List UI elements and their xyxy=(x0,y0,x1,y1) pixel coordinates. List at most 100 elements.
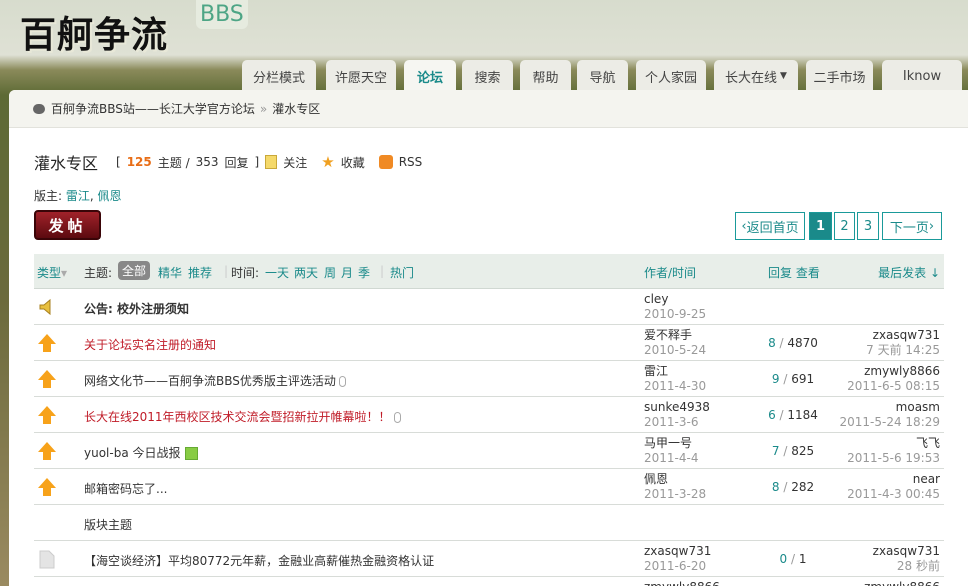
last-post-label: 最后发表 xyxy=(878,266,927,280)
author-link[interactable]: cley xyxy=(644,292,706,307)
last-post-time[interactable]: 7 天前 14:25 xyxy=(866,343,940,358)
filter-two-days[interactable]: 两天 xyxy=(294,264,318,281)
type-label: 类型 xyxy=(37,266,62,280)
follow-link[interactable]: 关注 xyxy=(283,154,307,171)
filter-week[interactable]: 周 xyxy=(324,264,336,281)
page-1[interactable]: 1 xyxy=(809,212,832,240)
last-post-time[interactable]: 2011-5-24 18:29 xyxy=(840,415,941,430)
page-3[interactable]: 3 xyxy=(857,212,879,240)
reply-count: 353 xyxy=(195,155,219,169)
nav-tab[interactable]: 许愿天空 xyxy=(326,60,396,92)
author-time-header[interactable]: 作者/时间 xyxy=(644,264,696,281)
last-post-time[interactable]: 28 秒前 xyxy=(873,559,940,574)
table-header: 类型▾ 主题: 全部 精华 推荐 | 时间: 一天 两天 周 月 季 | 热门 … xyxy=(34,254,944,289)
author-link[interactable]: 佩恩 xyxy=(644,472,706,487)
topic-title: 邮箱密码忘了... xyxy=(84,482,168,496)
topic-title-link[interactable]: 【海空谈经济】平均80772元年薪，金融业高薪催热金融资格认证 xyxy=(84,552,434,569)
section-label: 版块主题 xyxy=(84,518,133,532)
topic-title-link[interactable]: 长大在线2011年西校区技术交流会暨招新拉开帷幕啦！！ xyxy=(84,408,401,425)
post-date: 2011-4-30 xyxy=(644,379,707,393)
stats-close: ] xyxy=(254,155,260,169)
reply-count: 6 xyxy=(768,408,776,422)
replies-views-header[interactable]: 回复 查看 xyxy=(768,264,820,281)
topic-title-link[interactable]: 邮箱密码忘了... xyxy=(84,480,167,497)
new-post-button[interactable]: 发帖 xyxy=(34,210,101,240)
breadcrumb-home[interactable]: 百舸争流BBS站——长江大学官方论坛 xyxy=(51,100,255,117)
site-logo[interactable]: 百舸争流 xyxy=(20,6,168,58)
table-row: 网络文化节——百舸争流BBS优秀版主评选活动 雷江 2011-4-30 9 / 691… xyxy=(34,361,944,397)
topic-count: 125 xyxy=(126,155,152,169)
topic-title-link[interactable]: yuol-ba 今日战报 xyxy=(84,444,198,461)
table-row: 公告: 校外注册须知 cley 2010-9-25 xyxy=(34,289,944,325)
view-count: 691 xyxy=(791,372,815,386)
table-row: 长大在线2011年西校区技术交流会暨招新拉开帷幕啦！！ sunke4938 2011… xyxy=(34,397,944,433)
favorite-link[interactable]: 收藏 xyxy=(341,154,365,171)
time-filter-label: 时间: xyxy=(231,266,260,280)
nav-tab[interactable]: 长大在线 ▼ xyxy=(714,60,798,92)
filter-season[interactable]: 季 xyxy=(358,264,370,281)
last-post-time[interactable]: 2011-5-6 19:53 xyxy=(847,451,940,466)
back-home-button[interactable]: ‹ 返回首页 xyxy=(735,212,805,240)
page-2[interactable]: 2 xyxy=(834,212,855,240)
rss-icon xyxy=(378,155,393,169)
reply-label: 回复 xyxy=(224,155,249,170)
topic-label: 主题 / xyxy=(157,155,190,170)
filter-digest[interactable]: 精华 xyxy=(158,264,182,281)
moderator-link[interactable]: 雷江 xyxy=(66,189,90,203)
speech-bubble-icon xyxy=(33,103,45,114)
author-link[interactable]: 爱不释手 xyxy=(644,328,706,343)
author-link[interactable]: zxasqw731 xyxy=(644,544,711,559)
nav-tab[interactable]: 个人家园 xyxy=(636,60,706,92)
last-poster-link[interactable]: near xyxy=(847,472,940,487)
moderator-link[interactable]: 佩恩 xyxy=(98,189,122,203)
topic-title-link[interactable]: 公告: 校外注册须知 xyxy=(84,300,189,317)
table-row: 关于论坛实名注册的通知 爱不释手 2010-5-24 8 / 4870 zxasqw73… xyxy=(34,325,944,361)
next-page-button[interactable]: 下一页 › xyxy=(882,212,942,240)
table-row: zmywly8866 zmywly8866 xyxy=(34,577,944,586)
last-poster-link[interactable]: zxasqw731 xyxy=(873,544,940,559)
view-count: 4870 xyxy=(787,336,818,350)
topic-title-link[interactable]: 关于论坛实名注册的通知 xyxy=(84,336,216,353)
nav-tab[interactable]: 二手市场 xyxy=(806,60,873,92)
filter-hot[interactable]: 热门 xyxy=(390,264,414,281)
last-post-time[interactable]: 2011-4-3 00:45 xyxy=(847,487,940,502)
topic-filter-label: 主题: xyxy=(84,266,113,280)
document-icon xyxy=(37,549,57,569)
last-post-header[interactable]: 最后发表 ↓ xyxy=(878,264,940,281)
author-link[interactable]: 雷江 xyxy=(644,364,706,379)
rss-link[interactable]: RSS xyxy=(399,155,423,169)
last-poster-link[interactable]: zmywly8866 xyxy=(864,580,940,586)
post-date: 2010-9-25 xyxy=(644,307,707,321)
type-filter[interactable]: 类型▾ xyxy=(37,264,67,281)
nav-tab[interactable]: 分栏模式 xyxy=(242,60,316,92)
pinned-arrow-up-icon xyxy=(37,333,57,353)
last-poster-link[interactable]: 飞飞 xyxy=(847,436,940,451)
breadcrumb-current[interactable]: 灌水专区 xyxy=(272,100,320,117)
reply-count: 8 xyxy=(771,480,780,494)
forum-header: 灌水专区 [ 125 主题 / 353 回复 ] 关注 ★ 收藏 RSS xyxy=(34,150,422,174)
last-poster-link[interactable]: zmywly8866 xyxy=(847,364,940,379)
author-link[interactable]: zmywly8866 xyxy=(644,580,720,586)
nav-tab[interactable]: 论坛 xyxy=(404,60,456,92)
last-poster-link[interactable]: moasm xyxy=(840,400,940,415)
topic-title: 网络文化节——百舸争流BBS优秀版主评选活动 xyxy=(84,374,336,388)
nav-tab[interactable]: 导航 xyxy=(577,60,628,92)
author-link[interactable]: 马甲一号 xyxy=(644,436,698,451)
filter-day[interactable]: 一天 xyxy=(265,264,289,281)
filter-month[interactable]: 月 xyxy=(341,264,353,281)
nav-tab[interactable]: 搜索 xyxy=(462,60,513,92)
topic-title: 长大在线2011年西校区技术交流会暨招新拉开帷幕啦！！ xyxy=(84,410,391,424)
follow-icon xyxy=(265,155,278,169)
moderators: 版主: 雷江, 佩恩 xyxy=(34,189,122,203)
filter-recommend[interactable]: 推荐 xyxy=(188,264,212,281)
last-poster-link[interactable]: zxasqw731 xyxy=(866,328,940,343)
table-row: 邮箱密码忘了... 佩恩 2011-3-28 8 / 282 near 2011-4-3 … xyxy=(34,469,944,505)
section-divider-row: 版块主题 xyxy=(34,505,944,541)
filter-all[interactable]: 全部 xyxy=(118,261,151,280)
nav-tab[interactable]: 帮助 xyxy=(520,60,571,92)
last-post-time[interactable]: 2011-6-5 08:15 xyxy=(847,379,940,394)
nav-tab[interactable]: Iknow xyxy=(882,60,962,92)
author-link[interactable]: sunke4938 xyxy=(644,400,710,415)
topic-title-link[interactable]: 网络文化节——百舸争流BBS优秀版主评选活动 xyxy=(84,372,346,389)
reply-count: 7 xyxy=(771,444,780,458)
